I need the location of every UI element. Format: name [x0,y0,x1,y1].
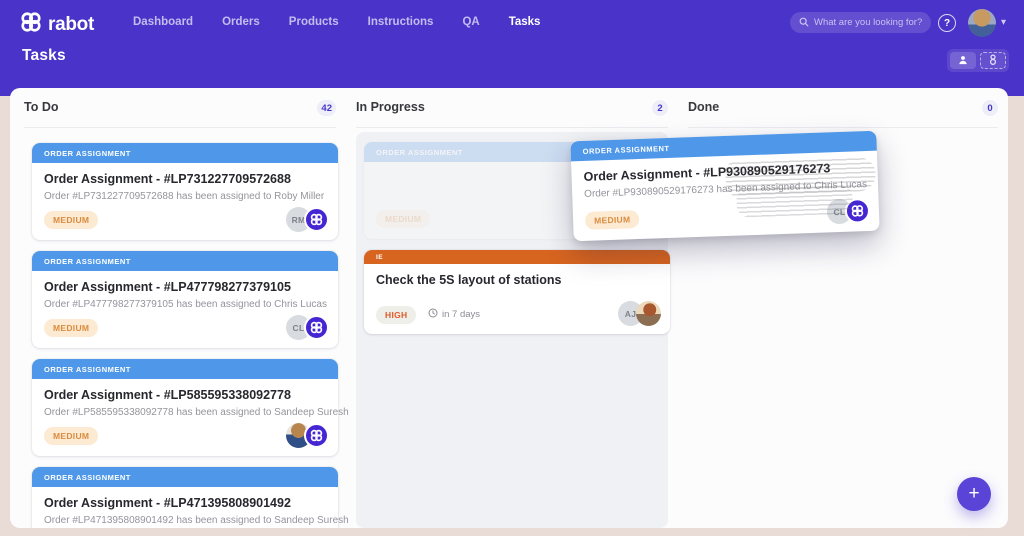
assignee-avatars: CL [827,198,871,224]
user-view-button[interactable] [950,52,976,69]
help-button[interactable]: ? [938,14,956,32]
card-title: Check the 5S layout of stations [376,273,658,287]
assignee-avatars: RM [286,207,329,232]
column-title: Done [688,100,719,114]
card-tag: ORDER ASSIGNMENT [376,148,463,157]
column-header-inprogress: In Progress 2 [356,100,668,128]
main-nav: Dashboard Orders Products Instructions Q… [133,0,540,44]
card-title: Order Assignment - #LP471395808901492 [44,496,326,510]
chevron-down-icon[interactable]: ▾ [1001,17,1006,28]
brand-name: rabot [48,14,94,36]
nav-item-instructions[interactable]: Instructions [368,16,434,28]
card-description: Order #LP471395808901492 has been assign… [44,515,326,526]
user-avatar[interactable] [968,9,996,37]
due-date-text: in 7 days [442,309,480,320]
column-title: To Do [24,100,58,114]
page-title: Tasks [22,47,66,65]
nav-item-products[interactable]: Products [289,16,339,28]
group-view-button[interactable] [980,52,1006,69]
priority-badge: HIGH [376,306,416,324]
task-card[interactable]: IE Check the 5S layout of stations HIGH … [364,250,670,334]
user-group-icon [988,53,998,68]
card-tag: ORDER ASSIGNMENT [44,257,131,266]
task-card[interactable]: ORDER ASSIGNMENT Order Assignment - #LP4… [32,251,338,348]
avatar-photo [636,301,661,326]
user-icon [958,53,968,68]
brand-logo[interactable]: rabot [20,11,94,38]
card-description: Order #LP731227709572688 has been assign… [44,191,326,202]
priority-badge: MEDIUM [44,319,98,337]
add-task-button[interactable]: + [957,477,991,511]
priority-badge: MEDIUM [44,427,98,445]
priority-badge: MEDIUM [44,211,98,229]
nav-item-dashboard[interactable]: Dashboard [133,16,193,28]
task-board: To Do 42 In Progress 2 Done 0 ORDER ASSI… [10,88,1008,528]
plus-icon: + [968,483,979,505]
priority-badge: MEDIUM [376,210,430,228]
search-icon [799,14,809,32]
card-category-header: IE [364,250,670,264]
rabot-bot-avatar [304,423,329,448]
due-date: in 7 days [428,308,480,321]
card-category-header: ORDER ASSIGNMENT [32,143,338,163]
card-tag: ORDER ASSIGNMENT [44,473,131,482]
view-toggle-group [947,49,1009,72]
clock-icon [428,308,438,321]
priority-badge: MEDIUM [585,210,640,230]
nav-item-qa[interactable]: QA [462,16,479,28]
card-tag: ORDER ASSIGNMENT [44,149,131,158]
card-tag: IE [376,254,383,261]
dragged-task-card[interactable]: ORDER ASSIGNMENT Order Assignment - #LP9… [570,131,879,242]
card-category-header: ORDER ASSIGNMENT [32,359,338,379]
card-title: Order Assignment - #LP477798277379105 [44,280,326,294]
search-input[interactable] [814,17,922,28]
task-card[interactable]: ORDER ASSIGNMENT Order Assignment - #LP4… [32,467,338,528]
column-title: In Progress [356,100,425,114]
rabot-bot-avatar [845,198,871,224]
column-count-badge: 0 [982,100,998,116]
task-card[interactable]: ORDER ASSIGNMENT Order Assignment - #LP7… [32,143,338,240]
column-header-todo: To Do 42 [24,100,336,128]
rabot-bot-avatar [304,315,329,340]
card-category-header: ORDER ASSIGNMENT [32,251,338,271]
rabot-bot-avatar [304,207,329,232]
nav-item-tasks[interactable]: Tasks [509,16,541,28]
column-header-done: Done 0 [688,100,998,128]
nav-item-orders[interactable]: Orders [222,16,260,28]
rabot-logo-icon [20,11,42,38]
column-count-badge: 2 [652,100,668,116]
assignee-avatars [286,423,329,448]
card-title: Order Assignment - #LP731227709572688 [44,172,326,186]
card-tag: ORDER ASSIGNMENT [44,365,131,374]
card-description: Order #LP477798277379105 has been assign… [44,299,326,310]
search-bar[interactable] [790,12,931,33]
card-description: Order #LP585595338092778 has been assign… [44,407,326,418]
card-tag: ORDER ASSIGNMENT [583,143,670,155]
app-header: rabot Dashboard Orders Products Instruct… [0,0,1024,96]
column-count-badge: 42 [317,100,336,116]
card-category-header: ORDER ASSIGNMENT [32,467,338,487]
card-title: Order Assignment - #LP585595338092778 [44,388,326,402]
assignee-avatars: CL [286,315,329,340]
task-card[interactable]: ORDER ASSIGNMENT Order Assignment - #LP5… [32,359,338,456]
assignee-avatars: AJ [618,301,661,326]
question-icon: ? [944,18,950,29]
